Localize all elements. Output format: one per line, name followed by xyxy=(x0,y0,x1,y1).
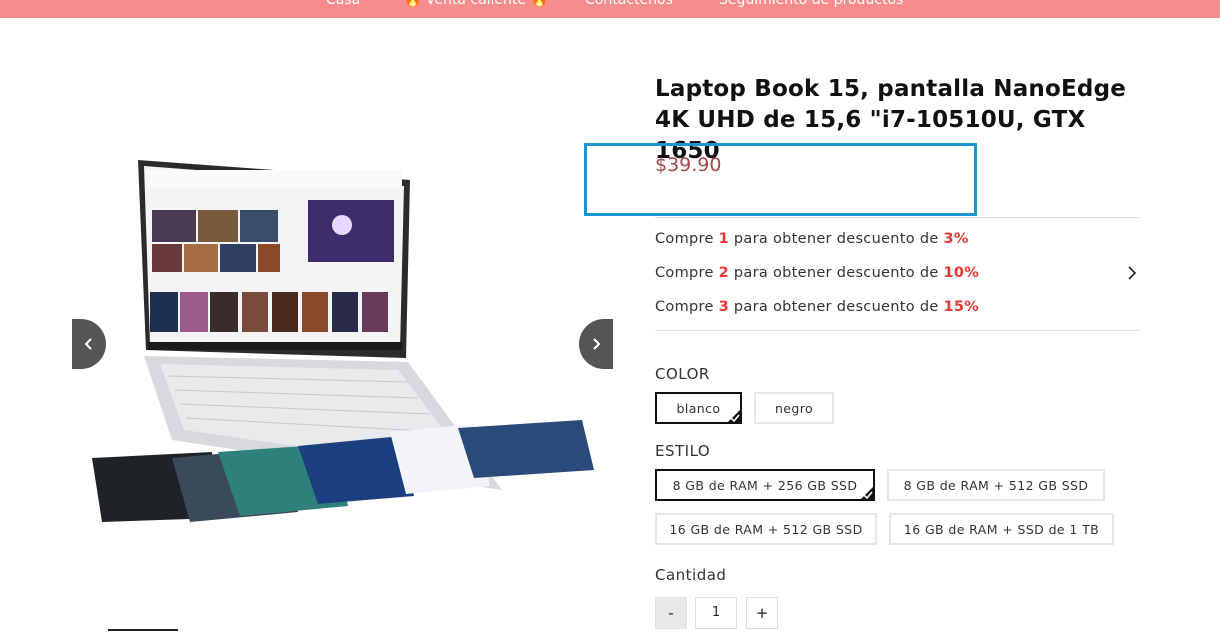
style-option-16gb-512[interactable]: 16 GB de RAM + 512 GB SSD xyxy=(655,513,877,545)
chevron-right-icon xyxy=(593,338,601,350)
option-label: blanco xyxy=(676,400,721,416)
option-label: 16 GB de RAM + SSD de 1 TB xyxy=(903,521,1100,537)
divider xyxy=(655,217,1139,218)
quantity-decrease-button[interactable]: - xyxy=(655,597,687,629)
discount-text: Compre xyxy=(655,231,719,247)
discount-text: para obtener descuento de xyxy=(729,265,944,281)
style-option-16gb-1tb[interactable]: 16 GB de RAM + SSD de 1 TB xyxy=(889,513,1114,545)
discount-pct: 15% xyxy=(943,299,980,315)
style-option-8gb-256[interactable]: 8 GB de RAM + 256 GB SSD xyxy=(655,469,875,501)
discount-pct: 10% xyxy=(943,265,980,281)
discount-pct: 3% xyxy=(943,231,969,247)
nav-item-contactenos[interactable]: Contáctenos xyxy=(585,0,673,8)
option-label: 8 GB de RAM + 512 GB SSD xyxy=(903,477,1089,493)
nav-item-casa[interactable]: Casa xyxy=(326,0,360,8)
discount-qty: 1 xyxy=(718,231,729,247)
quantity-label: Cantidad xyxy=(655,566,727,584)
discount-row: Compre 3 para obtener descuento de 15% xyxy=(655,299,979,315)
color-option-negro[interactable]: negro xyxy=(754,392,834,424)
check-icon xyxy=(730,414,740,422)
option-label: 16 GB de RAM + 512 GB SSD xyxy=(669,521,863,537)
style-label: ESTILO xyxy=(655,442,711,460)
product-image xyxy=(92,160,594,522)
discount-text: Compre xyxy=(655,265,719,281)
discount-text: Compre xyxy=(655,299,719,315)
price-highlight-box xyxy=(584,143,977,216)
thumbnail-indicator[interactable] xyxy=(108,629,178,631)
top-nav-bar: Casa 🔥 Venta caliente 🔥 Contáctenos Segu… xyxy=(0,0,1220,18)
discount-row: Compre 1 para obtener descuento de 3% xyxy=(655,231,969,247)
quantity-input[interactable]: 1 xyxy=(695,597,737,629)
nav-item-seguimiento[interactable]: Seguimiento de productos xyxy=(719,0,903,8)
discount-qty: 2 xyxy=(718,265,729,281)
style-option-8gb-512[interactable]: 8 GB de RAM + 512 GB SSD xyxy=(887,469,1105,501)
chevron-right-icon[interactable] xyxy=(1126,265,1138,281)
color-label: COLOR xyxy=(655,365,710,383)
discount-text: para obtener descuento de xyxy=(729,231,944,247)
product-price: $39.90 xyxy=(655,154,722,176)
divider xyxy=(655,330,1139,331)
option-label: 8 GB de RAM + 256 GB SSD xyxy=(672,477,858,493)
discount-text: para obtener descuento de xyxy=(729,299,944,315)
nav-item-venta-caliente[interactable]: 🔥 Venta caliente 🔥 xyxy=(404,0,548,8)
option-label: negro xyxy=(774,400,814,416)
discount-row: Compre 2 para obtener descuento de 10% xyxy=(655,265,979,281)
product-gallery xyxy=(72,60,614,634)
discount-qty: 3 xyxy=(718,299,729,315)
check-icon xyxy=(863,491,873,499)
quantity-increase-button[interactable]: + xyxy=(746,597,778,629)
chevron-left-icon xyxy=(84,338,92,350)
color-option-blanco[interactable]: blanco xyxy=(655,392,742,424)
